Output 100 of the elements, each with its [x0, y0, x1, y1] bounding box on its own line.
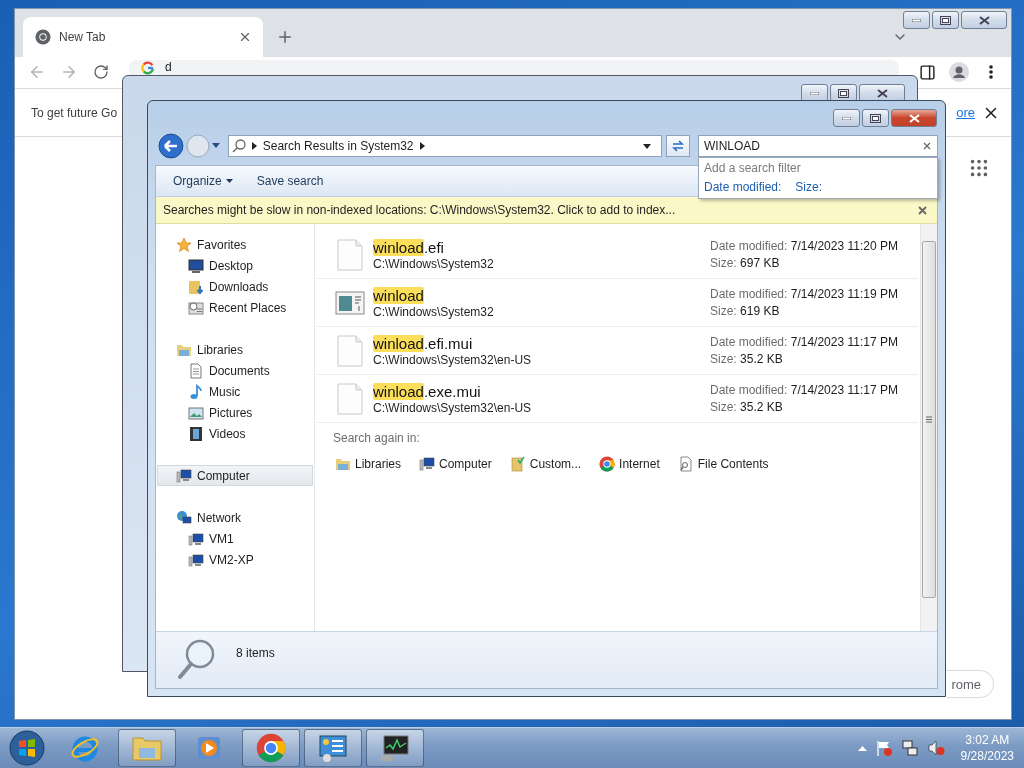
minimize-icon: [842, 116, 851, 120]
maximize-button[interactable]: [932, 11, 959, 29]
filter-link[interactable]: Size:: [795, 180, 823, 194]
film-icon: [188, 425, 204, 442]
restore-icon: [870, 113, 881, 123]
file-path: C:\Windows\System32\en-US: [373, 400, 533, 415]
downloads-folder-icon: [188, 278, 204, 295]
info-bar-link[interactable]: ore: [956, 105, 975, 120]
profile-icon: [949, 62, 969, 82]
search-location-button[interactable]: Internet: [597, 456, 662, 472]
action-center-icon[interactable]: [874, 739, 893, 757]
sidebar-item[interactable]: Libraries: [157, 339, 313, 360]
media-player-icon: [195, 734, 223, 762]
file-search-icon: [677, 456, 694, 472]
sidebar-item[interactable]: VM2-XP: [157, 549, 313, 570]
file-name[interactable]: winload: [373, 286, 702, 304]
computer-icon: [188, 551, 204, 568]
sidebar-item[interactable]: Recent Places: [157, 297, 313, 318]
sidebar-item[interactable]: Network: [157, 507, 313, 528]
speaker-muted-icon[interactable]: [926, 739, 945, 757]
address-field[interactable]: d: [129, 60, 899, 75]
close-icon: [908, 113, 920, 123]
file-name[interactable]: winload.efi.mui: [373, 334, 702, 352]
network-icon[interactable]: [900, 739, 919, 757]
minimize-icon: [810, 91, 819, 95]
sidebar-item[interactable]: Pictures: [157, 402, 313, 423]
side-panel-icon: [918, 63, 936, 81]
music-note-icon: [188, 383, 204, 400]
address-bar[interactable]: Search Results in System32: [227, 135, 663, 157]
plus-icon: [276, 28, 294, 46]
history-caret-icon[interactable]: [211, 143, 220, 149]
menu-icon: [989, 65, 993, 79]
search-again-label: Search again in:: [333, 431, 421, 445]
date-modified: Date modified: 7/14/2023 11:19 PM: [710, 287, 899, 301]
scrollbar-thumb[interactable]: [922, 241, 936, 598]
star-icon: [176, 236, 192, 253]
browser-tab[interactable]: New Tab: [23, 17, 263, 57]
search-location-button[interactable]: Libraries: [333, 456, 404, 472]
minimize-button[interactable]: [903, 11, 930, 29]
file-icon: [335, 381, 365, 416]
maximize-button[interactable]: [862, 109, 889, 127]
date-modified: Date modified: 7/14/2023 11:20 PM: [710, 239, 899, 253]
sidebar-item[interactable]: Computer: [157, 465, 313, 486]
scrollbar[interactable]: [920, 224, 937, 631]
item-count: 8 items: [236, 646, 275, 660]
system-monitor-icon: [380, 733, 410, 763]
chrome-tab-icon: [35, 29, 51, 45]
file-path: C:\Windows\System32: [373, 304, 495, 319]
search-field[interactable]: WINLOAD: [698, 135, 938, 157]
file-icon: [335, 333, 365, 368]
clear-search-icon[interactable]: [923, 142, 931, 150]
close-icon[interactable]: [918, 205, 927, 215]
toolbar-button[interactable]: Save search: [247, 171, 333, 191]
chrome-logo-icon: [599, 456, 616, 472]
info-bar-text[interactable]: Searches might be slow in non-indexed locations: C:\Windows\System32. Click to add to index...: [163, 203, 918, 217]
refresh-button[interactable]: [666, 135, 690, 157]
file-size: Size: 697 KB: [710, 256, 781, 270]
info-bar-text: To get future Go: [31, 105, 119, 120]
chrome-logo-icon: [256, 733, 286, 763]
address-path[interactable]: Search Results in System32: [262, 139, 414, 153]
desktop-icon: [188, 257, 204, 274]
info-bar[interactable]: Searches might be slow in non-indexed locations: C:\Windows\System32. Click to add to index...: [156, 197, 937, 224]
dropdown-arrow-icon: [643, 143, 652, 149]
file-name[interactable]: winload.exe.mui: [373, 382, 702, 400]
toolbar-button[interactable]: Organize: [164, 171, 242, 191]
back-button-icon[interactable]: [158, 133, 184, 159]
search-location-button[interactable]: File Contents: [675, 456, 771, 472]
customize-button[interactable]: rome: [947, 670, 994, 698]
sidebar-item[interactable]: Desktop: [157, 255, 313, 276]
close-button[interactable]: [961, 11, 1007, 29]
sidebar-item[interactable]: Downloads: [157, 276, 313, 297]
sidebar-item[interactable]: VM1: [157, 528, 313, 549]
sidebar-item[interactable]: Documents: [157, 360, 313, 381]
show-hidden-icons-icon[interactable]: [857, 745, 867, 751]
start-orb-icon: [9, 730, 45, 766]
apps-grid-icon: [968, 157, 990, 179]
taskbar-app-button[interactable]: [304, 729, 362, 767]
date-modified: Date modified: 7/14/2023 11:17 PM: [710, 383, 899, 397]
computer-icon: [188, 530, 204, 547]
filter-link[interactable]: Date modified:: [704, 180, 782, 194]
file-icon: [335, 237, 365, 272]
control-panel-icon: [318, 733, 348, 763]
file-size: Size: 619 KB: [710, 304, 781, 318]
folder-icon: [131, 734, 163, 762]
close-icon: [238, 30, 252, 44]
search-icon: [231, 139, 246, 153]
reload-icon: [93, 64, 109, 80]
close-icon: [876, 88, 888, 98]
file-name[interactable]: winload.efi: [373, 238, 702, 256]
sidebar-item[interactable]: Music: [157, 381, 313, 402]
minimize-icon: [912, 18, 921, 22]
sidebar-item[interactable]: Videos: [157, 423, 313, 444]
folder-icon: [509, 456, 526, 472]
sidebar-item[interactable]: Favorites: [157, 234, 313, 255]
minimize-button[interactable]: [833, 109, 860, 127]
search-location-button[interactable]: Computer: [417, 456, 494, 472]
start-button[interactable]: [6, 728, 48, 768]
profile-button[interactable]: [947, 60, 971, 84]
taskbar-app-button[interactable]: [366, 729, 424, 767]
search-location-button[interactable]: Custom...: [507, 456, 584, 472]
